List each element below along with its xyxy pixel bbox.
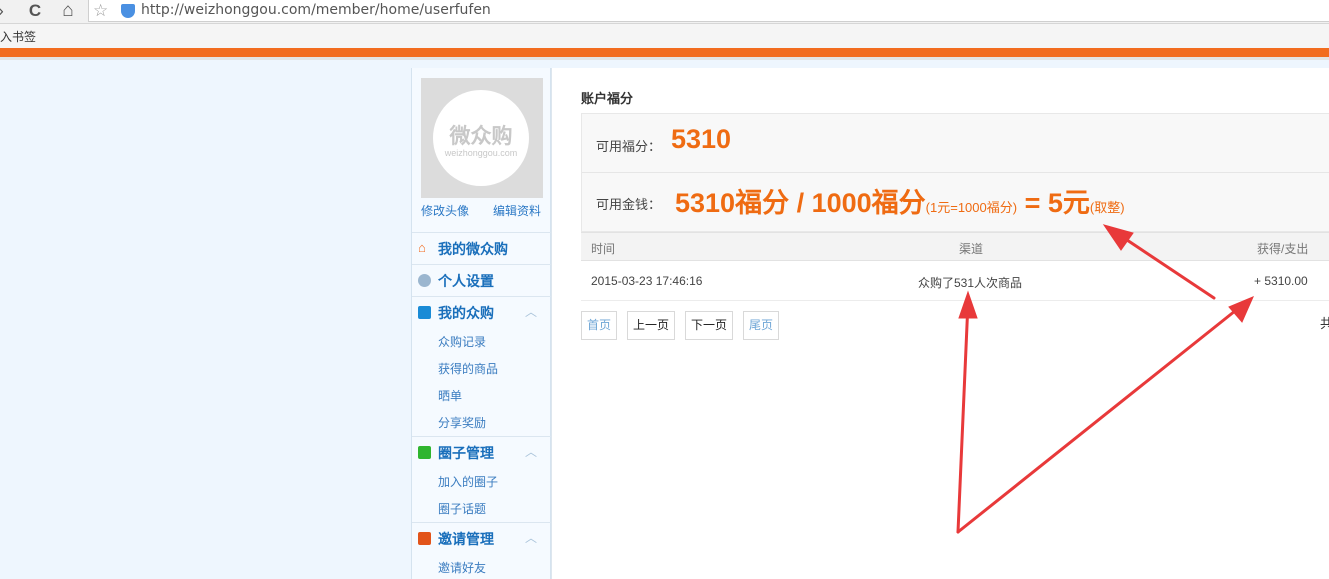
sidebar-item-purchase-records[interactable]: 众购记录	[438, 333, 486, 350]
plane-icon	[418, 306, 431, 319]
pager-first-button[interactable]: 首页	[581, 311, 617, 340]
menu-label: 圈子管理	[438, 445, 494, 461]
home-icon[interactable]: ⌂	[57, 0, 79, 22]
formula-points: 5310福分	[675, 188, 790, 218]
menu-my-group-buy[interactable]: 我的众购 ︿	[412, 296, 551, 328]
address-bar[interactable]: ☆ http://weizhonggou.com/member/home/use…	[88, 0, 1329, 22]
pager-prev-button[interactable]: 上一页	[627, 311, 675, 340]
avatar[interactable]: 微众购 weizhonggou.com	[421, 78, 543, 198]
url-text[interactable]: http://weizhonggou.com/member/home/userf…	[141, 0, 491, 21]
collapse-caret-icon[interactable]: ︿	[525, 443, 537, 460]
sidebar-item-invite-friends[interactable]: 邀请好友	[438, 559, 486, 576]
row-amount: + 5310.00	[1254, 274, 1308, 288]
balance-panel: 可用福分： 5310 可用金钱： 5310福分 / 1000福分(1元=1000…	[581, 113, 1329, 232]
menu-label: 邀请管理	[438, 531, 494, 547]
points-table-header: 时间 渠道 获得/支出	[581, 232, 1329, 261]
page-title: 账户福分	[581, 91, 634, 106]
row-channel: 众购了531人次商品	[918, 276, 1023, 290]
formula-equals: =	[1017, 188, 1048, 218]
formula-divisor: 1000福分	[811, 188, 926, 218]
money-formula: 5310福分 / 1000福分(1元=1000福分) = 5元(取整)	[675, 181, 1125, 220]
change-avatar-link[interactable]: 修改头像	[421, 202, 469, 219]
sidebar-item-circle-topics[interactable]: 圈子话题	[438, 500, 486, 517]
column-header-time: 时间	[591, 242, 616, 256]
formula-rate-note: (1元=1000福分)	[925, 200, 1018, 215]
balance-divider	[582, 172, 1329, 173]
row-time: 2015-03-23 17:46:16	[591, 274, 703, 288]
formula-rounding-note: (取整)	[1089, 200, 1125, 215]
browser-toolbar: › C ⌂ ☆ http://weizhonggou.com/member/ho…	[0, 0, 1329, 24]
menu-label: 个人设置	[438, 273, 494, 289]
column-header-amount: 获得/支出	[1257, 242, 1309, 256]
invite-icon	[418, 532, 431, 545]
sidebar-item-won-products[interactable]: 获得的商品	[438, 360, 498, 377]
available-points-label: 可用福分：	[596, 139, 662, 154]
formula-result: 5元	[1047, 188, 1090, 218]
sidebar-item-joined-circles[interactable]: 加入的圈子	[438, 473, 498, 490]
available-points-value: 5310	[671, 124, 732, 154]
sidebar-item-share-rewards[interactable]: 分享奖励	[438, 414, 486, 431]
home-icon: ⌂	[418, 240, 426, 255]
bookmarks-import-link[interactable]: 入书签	[0, 28, 36, 45]
back-icon[interactable]: ›	[0, 0, 12, 22]
member-sidebar: 微众购 weizhonggou.com 修改头像 编辑资料 ⌂ 我的微众购 个人…	[411, 68, 551, 579]
pager-last-button[interactable]: 尾页	[743, 311, 779, 340]
avatar-logo-circle: 微众购 weizhonggou.com	[433, 90, 529, 186]
bookmark-star-icon[interactable]: ☆	[93, 0, 108, 21]
avatar-logo-text: 微众购	[449, 125, 513, 148]
column-header-channel: 渠道	[959, 242, 984, 256]
circle-icon	[418, 446, 431, 459]
pager-next-button[interactable]: 下一页	[685, 311, 733, 340]
menu-invite-management[interactable]: 邀请管理 ︿	[412, 522, 551, 554]
edit-profile-link[interactable]: 编辑资料	[493, 202, 541, 219]
pager-total-text: 共	[1320, 316, 1329, 331]
menu-circle-management[interactable]: 圈子管理 ︿	[412, 436, 551, 468]
avatar-logo-domain: weizhonggou.com	[444, 148, 518, 158]
collapse-caret-icon[interactable]: ︿	[525, 303, 537, 320]
site-header-strip	[0, 48, 1329, 57]
shield-icon	[121, 4, 135, 18]
menu-label: 我的微众购	[438, 241, 508, 257]
table-row: 2015-03-23 17:46:16 众购了531人次商品 + 5310.00	[581, 262, 1329, 301]
sidebar-item-share-orders[interactable]: 晒单	[438, 387, 462, 404]
menu-my-weizhonggou[interactable]: ⌂ 我的微众购	[412, 232, 551, 264]
gear-icon	[418, 274, 431, 287]
menu-personal-settings[interactable]: 个人设置	[412, 264, 551, 296]
menu-label: 我的众购	[438, 305, 494, 321]
bookmarks-bar: 入书签	[0, 24, 1329, 48]
formula-separator: /	[789, 188, 812, 218]
available-money-label: 可用金钱：	[596, 197, 662, 212]
reload-icon[interactable]: C	[24, 0, 46, 22]
collapse-caret-icon[interactable]: ︿	[525, 529, 537, 546]
